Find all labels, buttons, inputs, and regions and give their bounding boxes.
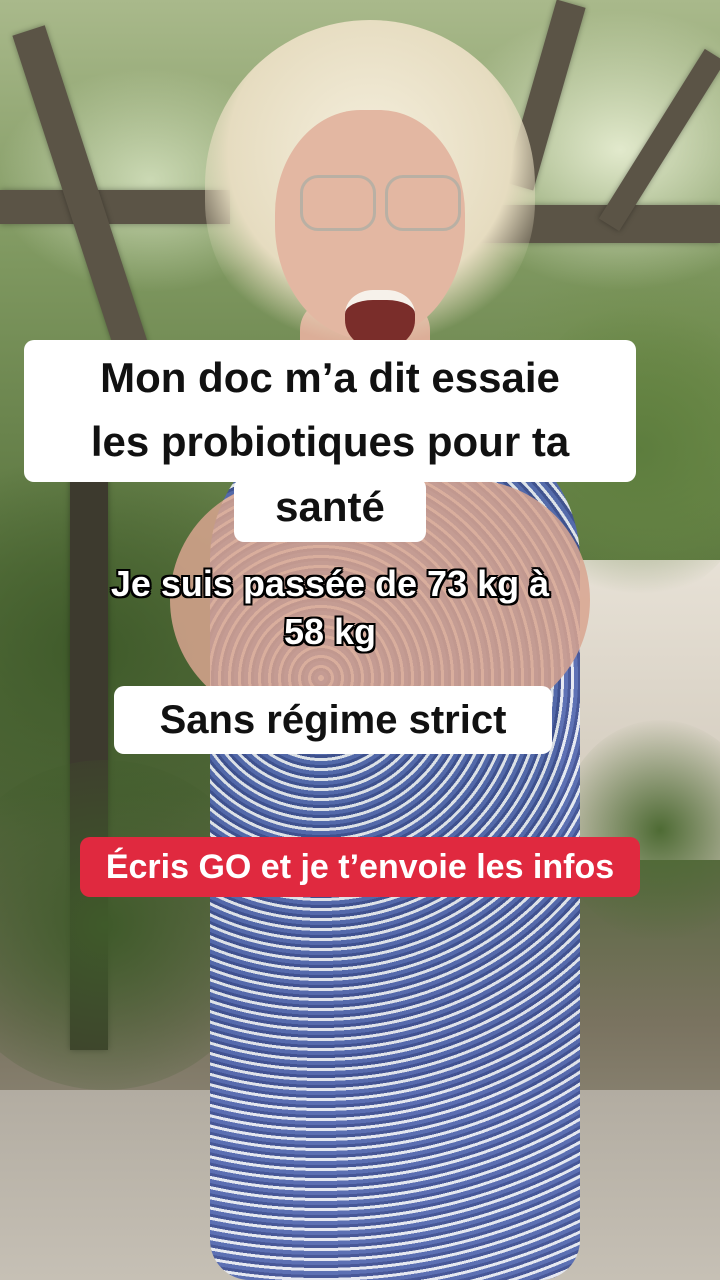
caption-line: santé (275, 483, 385, 530)
caption-overlay: Mon doc m’a dit essaie les probiotiques … (0, 0, 720, 1280)
caption-line: les probiotiques pour ta (90, 418, 570, 465)
weight-line: Je suis passée de 73 kg à (110, 563, 550, 604)
weight-line: 58 kg (283, 611, 377, 652)
weight-caption: Je suis passée de 73 kg à 58 kg (40, 560, 620, 656)
caption-line: Mon doc m’a dit essaie (100, 354, 560, 401)
no-diet-caption: Sans régime strict (114, 686, 552, 754)
main-caption: Mon doc m’a dit essaie les probiotiques … (24, 346, 636, 474)
cta-banner[interactable]: Écris GO et je t’envoie les infos (80, 837, 640, 897)
